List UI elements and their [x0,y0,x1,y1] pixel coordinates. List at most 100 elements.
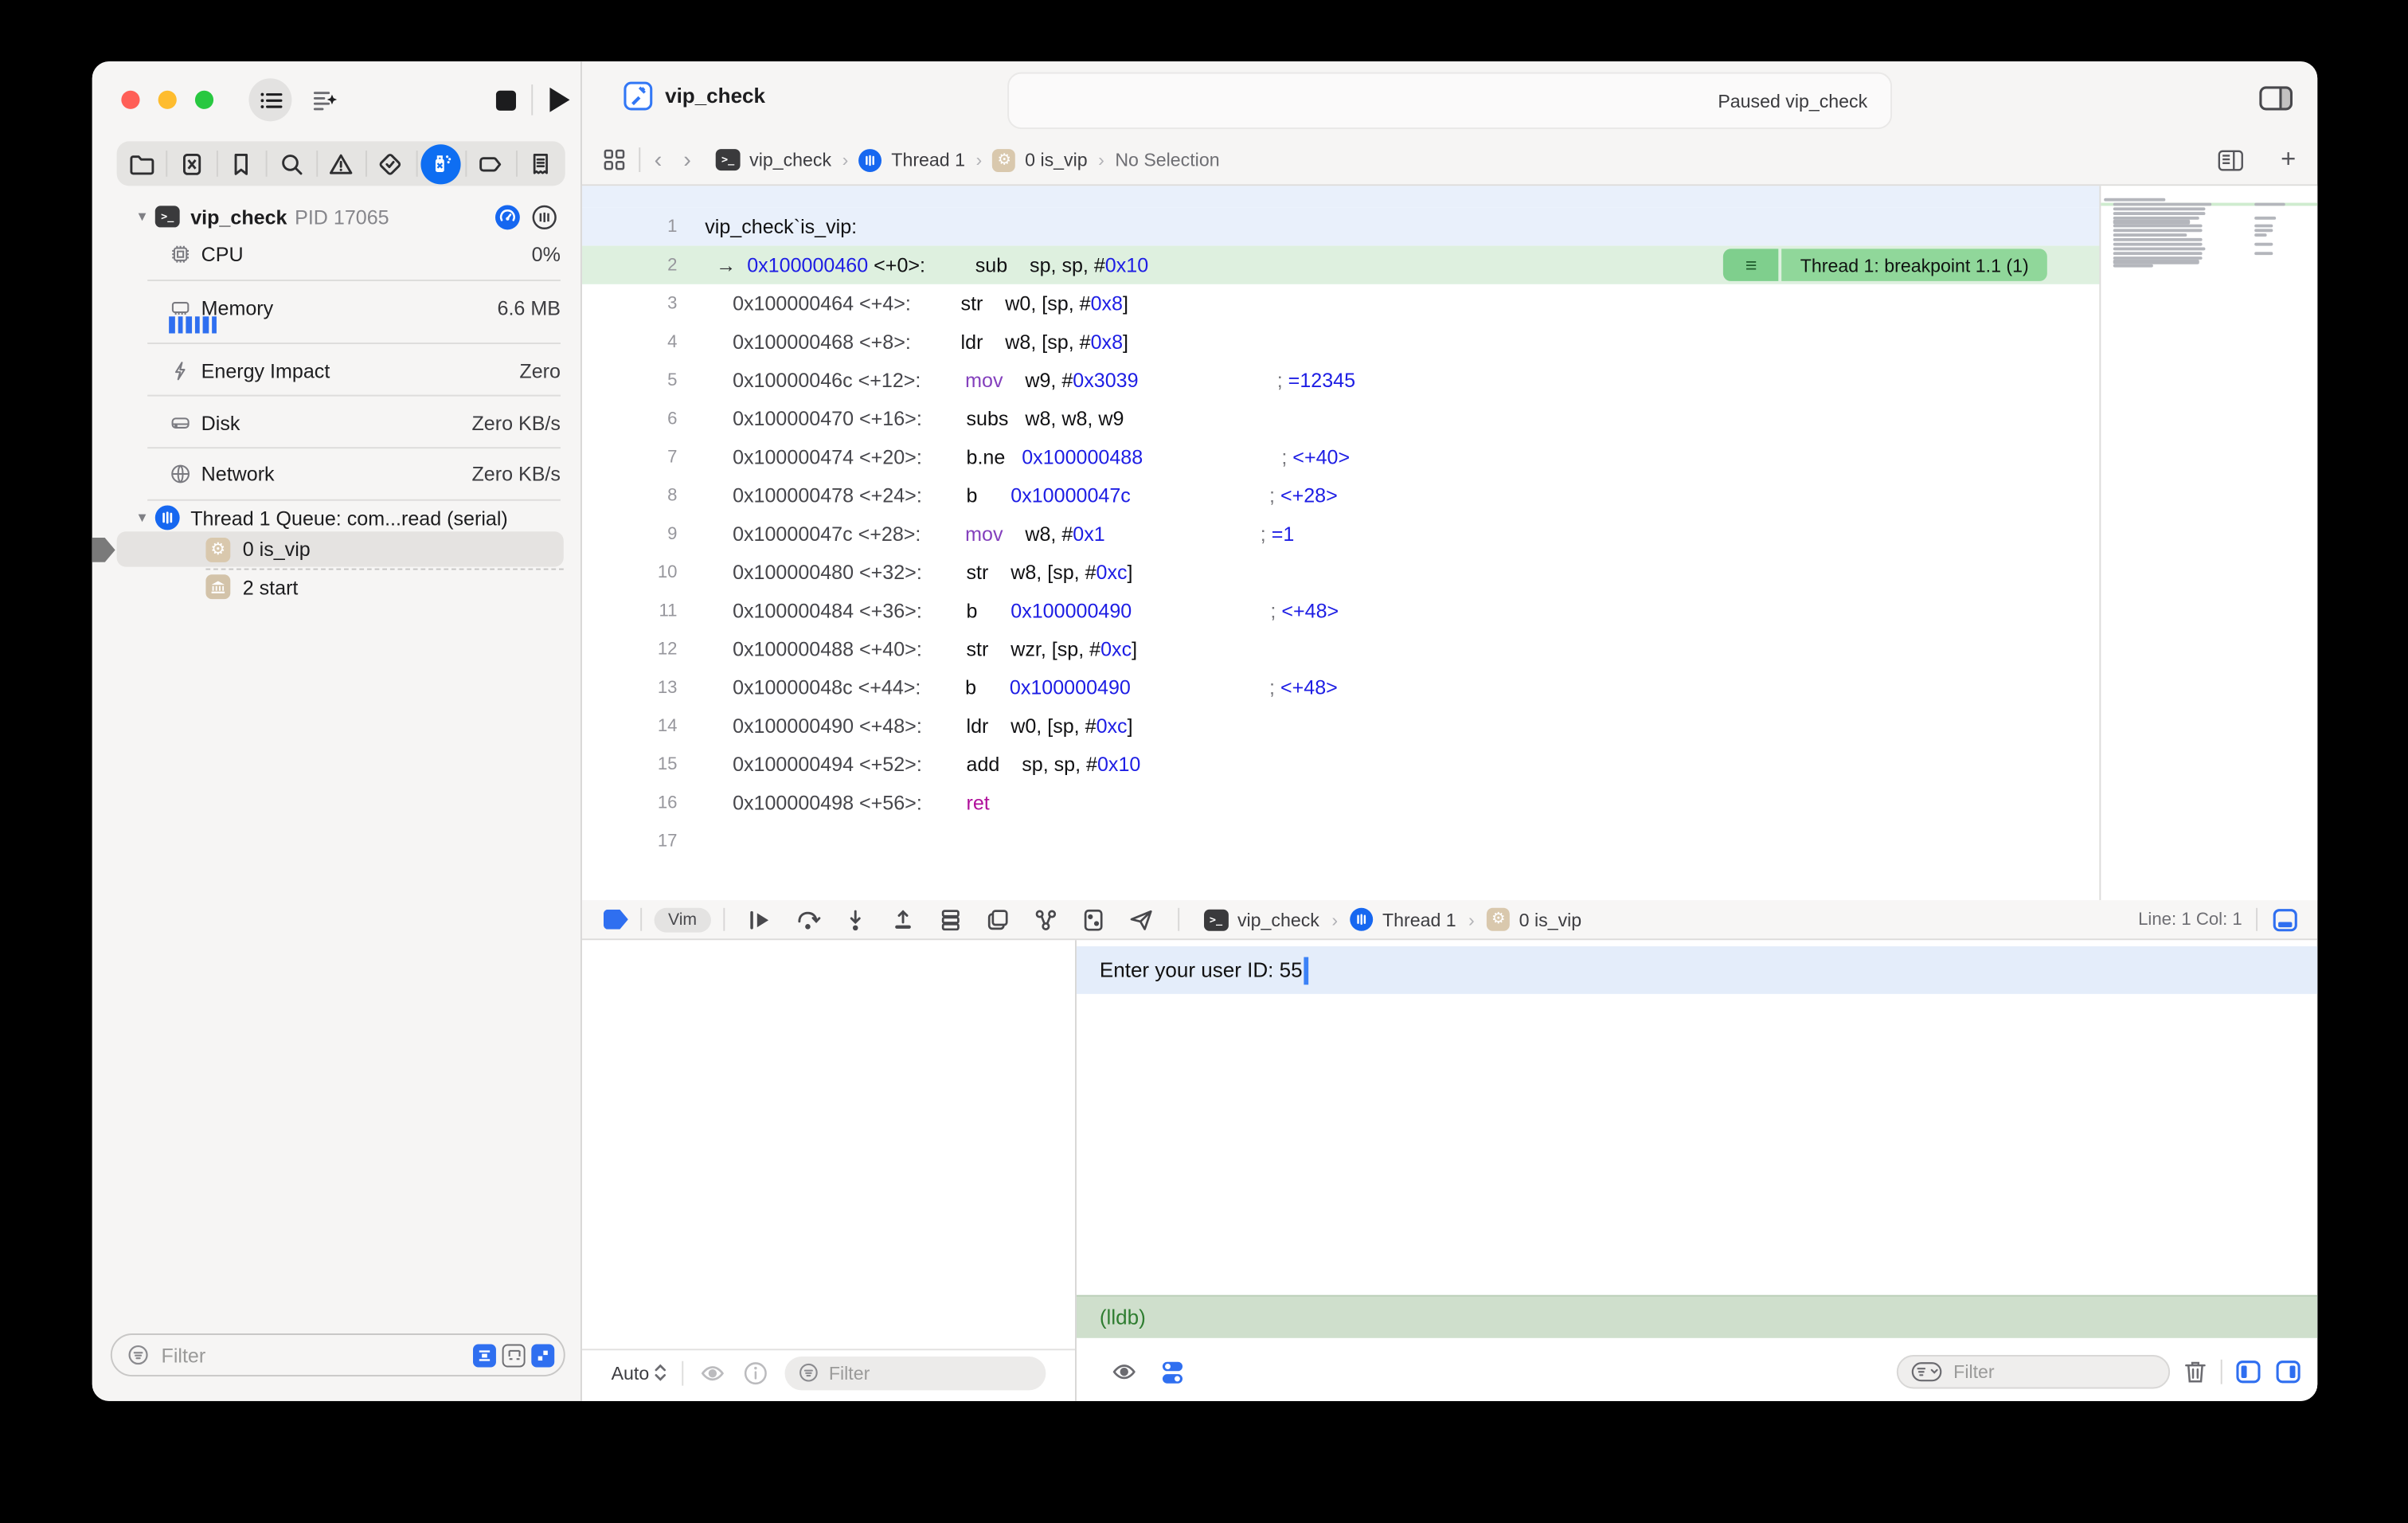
stop-button[interactable] [484,78,527,121]
step-out-button[interactable] [889,906,917,934]
crumb-frame[interactable]: 0 is_vip [1519,909,1581,930]
gauge-label: Memory [201,296,274,319]
issues-navigator-tab[interactable] [315,141,366,186]
code-line[interactable]: 3 0x100000464 <+4>: str w0, [sp, #0x8] [582,284,2099,323]
code-view[interactable]: 1 vip_check`is_vip: 2 → 0x100000460 <+0>: … [581,186,2100,900]
stack-frame-row[interactable]: 2 start [92,570,582,604]
code-line[interactable]: 17 [582,822,2099,860]
debug-view-hierarchy-icon[interactable] [937,906,965,934]
code-line[interactable]: 14 0x100000490 <+48>: ldr w0, [sp, #0xc] [582,707,2099,745]
navigator-filter-bar[interactable]: Filter [110,1333,565,1377]
breakpoint-badge[interactable]: ≡ Thread 1: breakpoint 1.1 (1) [1723,249,2047,281]
disk-gauge-row[interactable]: Disk Zero KB/s [92,405,582,439]
breadcrumb-thread[interactable]: Thread 1 [891,149,965,170]
breakpoints-toggle-icon[interactable] [603,909,628,930]
trash-icon[interactable] [2183,1358,2209,1386]
toggle-debug-area-button[interactable] [2271,906,2299,934]
bookmarks-navigator-tab[interactable] [216,141,267,186]
console-filter-field[interactable]: Filter [1896,1355,2171,1389]
code-line[interactable]: 10 0x100000480 <+32>: str w8, [sp, #0xc] [582,553,2099,591]
close-window-button[interactable] [121,90,140,109]
minimize-window-button[interactable] [158,90,177,109]
code-line[interactable]: 15 0x100000494 <+52>: add sp, sp, #0x10 [582,745,2099,783]
group-filter-button[interactable] [531,1343,555,1367]
breadcrumb-selection[interactable]: No Selection [1115,149,1219,170]
crash-navigator-tab[interactable] [166,141,217,186]
thread-row[interactable]: ▾ Thread 1 Queue: com...read (serial) [92,501,582,534]
cpu-gauge-row[interactable]: CPU 0% [92,237,582,270]
quicklook-icon[interactable] [698,1359,726,1387]
related-items-icon[interactable] [604,149,625,170]
code-line[interactable]: 13 0x10000048c <+44>: b 0x100000490 ; <+… [582,668,2099,707]
console-input-line[interactable]: Enter your user ID: 55 [1076,946,2318,994]
filter-placeholder: Filter [828,1361,870,1384]
jump-bar: ‹ › >_ vip_check › Thread 1 › ⚙ 0 is_vip… [581,135,2318,186]
variables-filter-field[interactable]: Filter [784,1355,1046,1390]
run-button[interactable] [538,78,580,121]
breakpoint-menu-icon[interactable]: ≡ [1723,249,1779,281]
flag-filter-button[interactable] [473,1343,496,1367]
breakpoints-navigator-tab[interactable] [465,141,515,186]
info-icon[interactable] [741,1359,769,1387]
breadcrumb-target[interactable]: vip_check [749,149,831,170]
code-line[interactable]: 9 0x10000047c <+28>: mov w8, #0x1 ; =1 [582,515,2099,553]
code-line[interactable]: 6 0x100000470 <+16>: subs w8, w8, w9 [582,399,2099,437]
process-row[interactable]: ▾ >_ vip_check PID 17065 [92,200,582,233]
step-over-button[interactable] [795,906,823,934]
reports-navigator-tab[interactable] [515,141,565,186]
thread-view-mode-icon[interactable] [531,204,557,230]
console-view[interactable]: Enter your user ID: 55 (lldb) Filter [1076,940,2318,1401]
toggle-console-view-button[interactable] [2274,1358,2302,1386]
toggle-inspector-button[interactable] [2259,84,2293,112]
energy-gauge-row[interactable]: Energy Impact Zero [92,354,582,387]
code-line[interactable]: 4 0x100000468 <+8>: ldr w8, [sp, #0x8] [582,323,2099,361]
project-navigator-tab[interactable] [117,141,167,186]
minimap-options-icon[interactable] [2218,148,2244,171]
quicklook-icon[interactable] [1110,1358,1138,1386]
breadcrumb-separator: › [1098,149,1104,171]
toggle-variables-view-button[interactable] [2234,1358,2262,1386]
console-io-toggles-icon[interactable] [1161,1359,1184,1385]
debug-navigator-tab[interactable] [415,141,466,186]
code-line[interactable]: 1 vip_check`is_vip: [581,207,2100,246]
stack-frame-row[interactable]: ⚙ 0 is_vip [92,531,582,566]
breadcrumb-frame[interactable]: 0 is_vip [1025,149,1087,170]
memory-graph-icon[interactable] [985,906,1013,934]
code-line[interactable]: 12 0x100000488 <+40>: str wzr, [sp, #0xc… [582,630,2099,668]
code-line[interactable]: 5 0x10000046c <+12>: mov w9, #0x3039 ; =… [582,361,2099,399]
scope-dropdown[interactable]: Auto [612,1362,666,1384]
find-navigator-tab[interactable] [266,141,316,186]
gauge-indicator-icon[interactable] [494,204,521,230]
vim-mode-badge[interactable]: Vim [654,906,711,932]
breadcrumb-separator: › [975,149,983,171]
code-line[interactable]: 11 0x100000484 <+36>: b 0x100000490 ; <+… [582,592,2099,630]
back-chevron-icon[interactable]: ‹ [655,147,663,173]
environment-overrides-icon[interactable] [1080,906,1108,934]
variables-view[interactable]: Auto Filter [581,940,1077,1401]
ai-assistant-button[interactable] [303,78,346,121]
code-line[interactable]: 16 0x100000498 <+56>: ret [582,784,2099,822]
memory-gauge-row[interactable]: Memory 6.6 MB [92,291,582,324]
minimap[interactable] [2099,186,2318,901]
crumb-process[interactable]: vip_check [1237,909,1319,930]
step-into-button[interactable] [842,906,870,934]
network-gauge-row[interactable]: Network Zero KB/s [92,456,582,490]
chevron-down-icon[interactable]: ▾ [139,509,147,526]
simulate-location-icon[interactable] [1128,906,1155,934]
code-line[interactable]: 2 → 0x100000460 <+0>: sub sp, sp, #0x10 ≡… [581,245,2100,284]
view-mode-button[interactable] [502,1343,526,1367]
minimap-line [2101,242,2317,246]
crumb-thread[interactable]: Thread 1 [1382,909,1456,930]
forward-chevron-icon[interactable]: › [683,147,691,173]
jump-graph-icon[interactable] [1033,906,1061,934]
add-editor-icon[interactable]: + [2281,144,2296,175]
tab-vip-check[interactable]: vip_check [624,81,765,111]
continue-button[interactable] [747,906,775,934]
code-line[interactable]: 8 0x100000478 <+24>: b 0x10000047c ; <+2… [582,476,2099,515]
line-number: 5 [667,370,678,390]
chevron-down-icon[interactable]: ▾ [139,208,147,225]
code-line[interactable]: 7 0x100000474 <+20>: b.ne 0x100000488 ; … [582,438,2099,476]
zoom-window-button[interactable] [194,90,214,109]
tests-navigator-tab[interactable] [366,141,416,186]
toggle-navigator-button[interactable] [248,78,292,122]
